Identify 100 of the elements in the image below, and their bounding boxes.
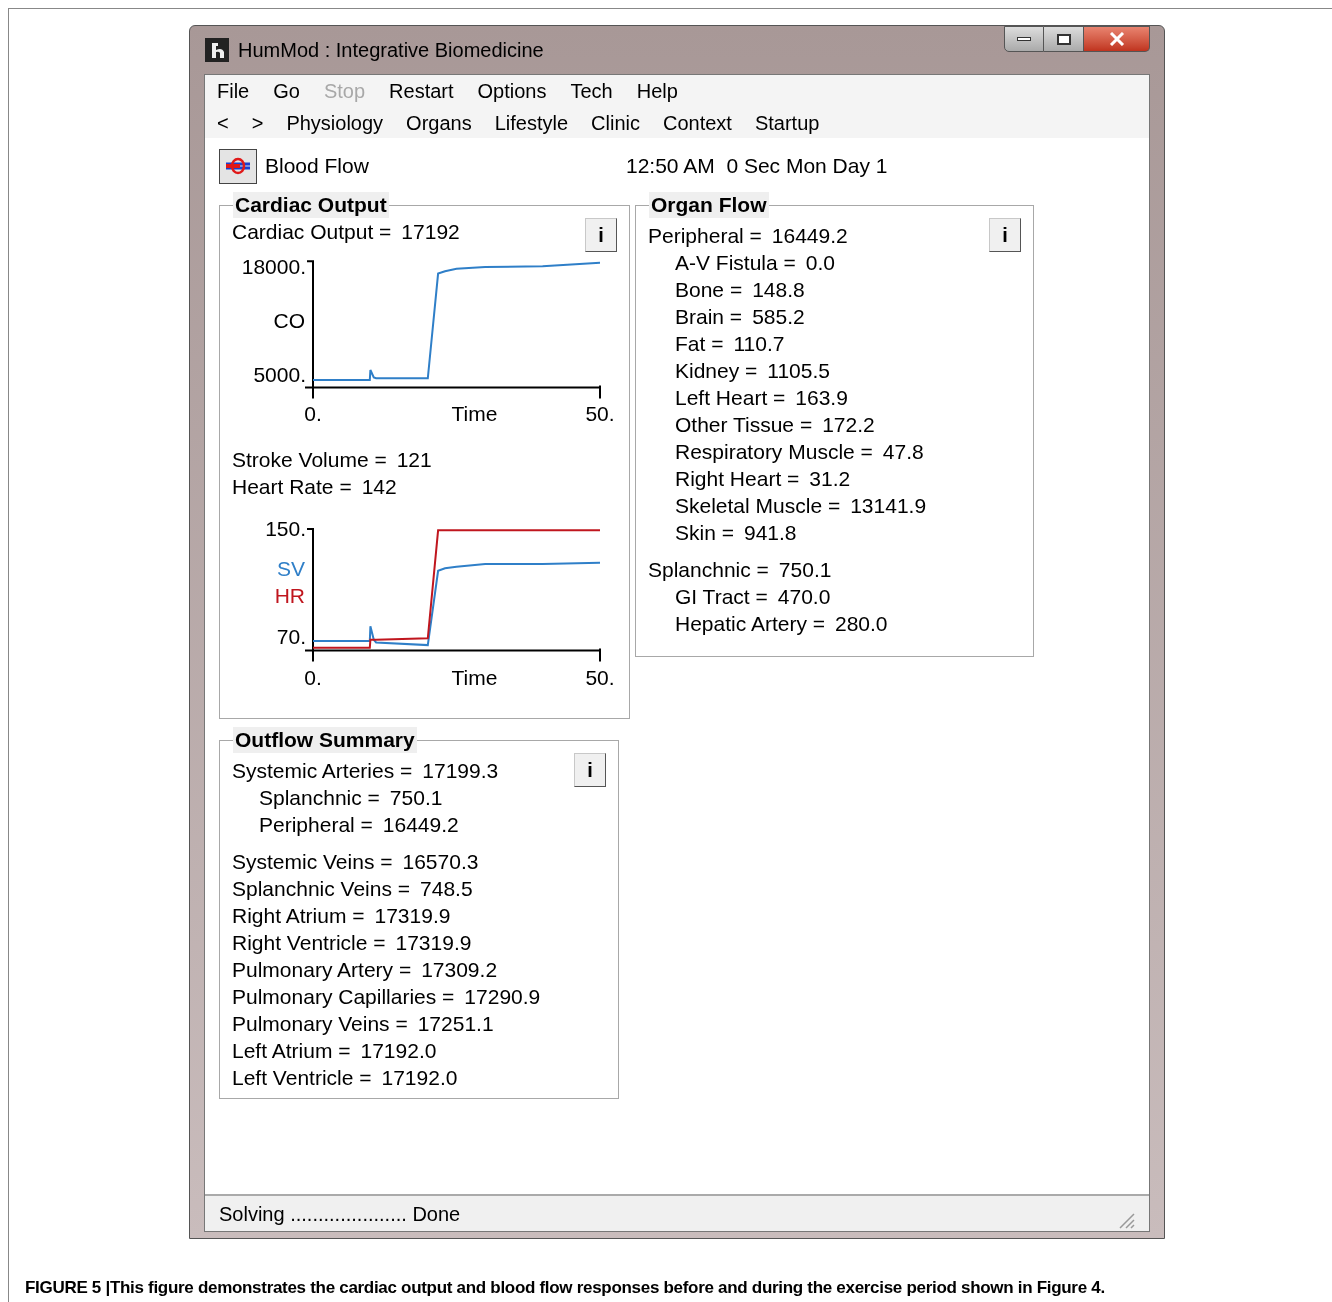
- readout-value: 750.1: [778, 557, 832, 583]
- close-icon: [1108, 32, 1125, 46]
- readout-value: 142: [361, 474, 397, 500]
- x-tick-label: 0.: [304, 665, 322, 689]
- readout-value: 17290.9: [464, 984, 541, 1010]
- app-logo-icon: [204, 37, 230, 63]
- readout-label: Systemic Veins =: [232, 849, 393, 875]
- y-tick-label: 150.: [265, 517, 306, 540]
- close-button[interactable]: [1084, 26, 1150, 52]
- y-axis-title: CO: [273, 309, 305, 332]
- readout-value: 1105.5: [767, 358, 830, 384]
- readout-label: Left Ventricle =: [232, 1065, 372, 1091]
- y-tick-label: 5000.: [253, 363, 306, 386]
- menu-item[interactable]: Help: [636, 76, 678, 106]
- readout-label: A-V Fistula =: [675, 250, 796, 276]
- x-tick-label: 50.: [585, 665, 615, 689]
- legend-label: SV: [277, 557, 305, 580]
- readout-label: Systemic Arteries =: [232, 758, 413, 784]
- x-axis-title: Time: [451, 402, 498, 426]
- nav-item[interactable]: Organs: [406, 107, 472, 138]
- resize-grip-icon: [1117, 1211, 1135, 1229]
- readout-value: 17319.9: [395, 930, 472, 956]
- panel-title: Outflow Summary: [233, 727, 417, 753]
- readout-label: Brain =: [675, 304, 743, 330]
- menu-item[interactable]: Restart: [389, 76, 454, 106]
- nav-item[interactable]: Physiology: [286, 107, 384, 138]
- readout-label: Splanchnic =: [259, 785, 380, 811]
- readout-label: Pulmonary Veins =: [232, 1011, 408, 1037]
- readout-label: Left Atrium =: [232, 1038, 351, 1064]
- maximize-button[interactable]: [1044, 26, 1084, 52]
- readout-value: 17251.1: [417, 1011, 494, 1037]
- nav-item[interactable]: Lifestyle: [494, 107, 569, 138]
- nav-item[interactable]: Clinic: [591, 107, 640, 138]
- readout-label: Peripheral =: [648, 223, 762, 249]
- info-button[interactable]: i: [989, 218, 1021, 252]
- readout-value: 13141.9: [850, 493, 927, 519]
- nav-item[interactable]: >: [251, 107, 264, 138]
- readout-label: Skin =: [675, 520, 734, 546]
- readout-value: 17309.2: [421, 957, 498, 983]
- nav-item[interactable]: Startup: [754, 107, 820, 138]
- readout-value: 941.8: [743, 520, 797, 546]
- readout-value: 748.5: [420, 876, 473, 902]
- readout-value: 0.0: [805, 250, 835, 276]
- readout-label: Pulmonary Capillaries =: [232, 984, 455, 1010]
- readout-label: Peripheral =: [259, 812, 373, 838]
- readout-value: 121: [396, 447, 432, 473]
- flow-icon: [224, 157, 252, 175]
- panel-title: Cardiac Output: [233, 192, 389, 218]
- status-text: Solving ..................... Done: [219, 1201, 461, 1227]
- nav-item[interactable]: Context: [662, 107, 732, 138]
- readout-value: 750.1: [389, 785, 443, 811]
- readout-value: 148.8: [752, 277, 805, 303]
- minimize-icon: [1017, 37, 1031, 41]
- legend-label: HR: [274, 584, 305, 607]
- menu-item[interactable]: Tech: [570, 76, 613, 106]
- readout-label: Other Tissue =: [675, 412, 813, 438]
- readout-value: 16449.2: [771, 223, 848, 249]
- readout-label: Cardiac Output =: [232, 219, 392, 245]
- nav-item[interactable]: <: [217, 107, 229, 138]
- x-tick-label: 50.: [585, 402, 615, 426]
- readout-label: Right Ventricle =: [232, 930, 386, 956]
- readout-label: Right Heart =: [675, 466, 800, 492]
- readout-label: Stroke Volume =: [232, 447, 387, 473]
- minimize-button[interactable]: [1004, 26, 1044, 52]
- menu-item[interactable]: Options: [477, 76, 547, 106]
- y-tick-label: 18000.: [241, 255, 306, 278]
- readout-value: 17192.0: [381, 1065, 458, 1091]
- readout-label: Hepatic Artery =: [675, 611, 825, 637]
- view-title: Blood Flow: [265, 153, 370, 180]
- figure-caption: FIGURE 5 |This figure demonstrates the cardiac output and blood flow responses before and during the exercise period shown in Figure 4.: [25, 1277, 1106, 1299]
- readout-value: 17192: [401, 219, 460, 245]
- readout-label: Respiratory Muscle =: [675, 439, 873, 465]
- menu-item[interactable]: File: [217, 76, 250, 106]
- readout-value: 280.0: [835, 611, 888, 637]
- readout-value: 17319.9: [374, 903, 451, 929]
- readout-value: 172.2: [822, 412, 875, 438]
- maximize-icon: [1056, 33, 1071, 45]
- readout-value: 163.9: [795, 385, 848, 411]
- readout-value: 31.2: [809, 466, 851, 492]
- readout-value: 110.7: [733, 331, 785, 357]
- window-title: HumMod : Integrative Biomedicine: [238, 38, 544, 63]
- readout-label: GI Tract =: [675, 584, 768, 610]
- menu-item[interactable]: Go: [273, 76, 300, 106]
- panel-title: Organ Flow: [649, 192, 769, 218]
- readout-label: Left Heart =: [675, 385, 786, 411]
- readout-label: Heart Rate =: [232, 474, 352, 500]
- readout-label: Pulmonary Artery =: [232, 957, 412, 983]
- readout-value: 470.0: [777, 584, 831, 610]
- info-button[interactable]: i: [585, 218, 617, 252]
- blood-flow-button[interactable]: [219, 148, 257, 184]
- readout-label: Splanchnic Veins =: [232, 876, 411, 902]
- readout-label: Skeletal Muscle =: [675, 493, 841, 519]
- x-tick-label: 0.: [304, 402, 322, 426]
- readout-value: 16570.3: [402, 849, 479, 875]
- info-button[interactable]: i: [574, 753, 606, 787]
- readout-value: 16449.2: [382, 812, 459, 838]
- readout-value: 17199.3: [422, 758, 499, 784]
- x-axis-title: Time: [451, 665, 498, 689]
- readout-value: 17192.0: [360, 1038, 437, 1064]
- readout-label: Kidney =: [675, 358, 758, 384]
